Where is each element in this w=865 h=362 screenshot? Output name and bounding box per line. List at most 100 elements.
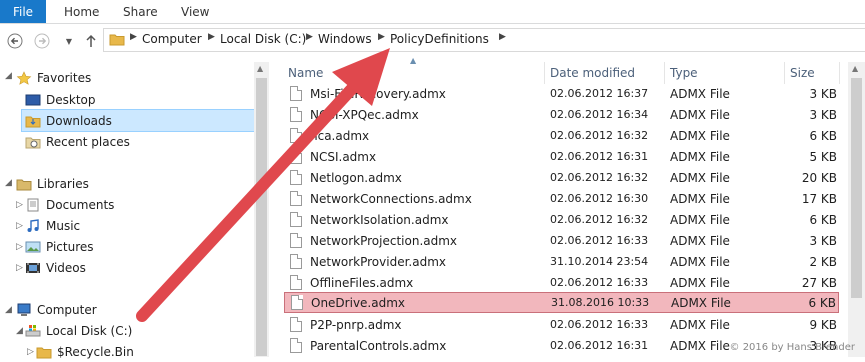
nav-local-disk[interactable]: Local Disk (C:) [25,320,132,341]
address-bar[interactable]: ▶ Computer ▶ Local Disk (C:) ▶ Windows ▶… [103,28,865,52]
folder-icon [109,32,125,46]
collapse-favorites-icon[interactable]: ◢ [5,71,12,81]
file-list-scrollbar-thumb[interactable] [851,78,862,298]
file-list-scrollbar[interactable]: ▲ [848,62,865,357]
recent-locations-chevron-icon[interactable]: ▼ [60,32,78,50]
nav-recycle-bin-label: $Recycle.Bin [57,344,134,359]
desktop-icon [25,93,41,107]
table-row[interactable]: NCSI.admx 02.06.2012 16:31 ADMX File 5 KB [284,147,839,168]
file-type: ADMX File [670,213,730,227]
column-divider[interactable] [664,62,665,84]
table-row[interactable]: nca.admx 02.06.2012 16:32 ADMX File 6 KB [284,126,839,147]
tab-home[interactable]: Home [64,0,99,23]
navigation-pane: ◢ Favorites Desktop Downloads Recent pla… [0,62,268,359]
nav-libraries-label: Libraries [37,176,89,191]
column-header-date[interactable]: Date modified [550,62,635,84]
nav-music[interactable]: Music [25,215,80,236]
expand-videos-icon[interactable]: ▷ [16,263,23,273]
nav-downloads[interactable]: Downloads [21,109,255,132]
file-size: 5 KB [809,150,837,164]
table-row[interactable]: Netlogon.admx 02.06.2012 16:32 ADMX File 20… [284,168,839,189]
table-row[interactable]: NetworkIsolation.admx 02.06.2012 16:32 ADM… [284,210,839,231]
address-row: ▼ ▶ Computer ▶ Local Disk (C:) ▶ Windows… [0,24,865,56]
nav-desktop-label: Desktop [46,92,96,107]
breadcrumb-local-disk[interactable]: Local Disk (C:) [220,32,306,46]
file-type: ADMX File [671,296,731,310]
table-row[interactable]: Msi-FileRecovery.admx 02.06.2012 16:37 ADM… [284,84,839,105]
table-row-highlighted[interactable]: OneDrive.admx 31.08.2016 10:33 ADMX File 6 … [284,292,839,313]
column-header-size[interactable]: Size [790,62,815,84]
breadcrumb-separator-icon[interactable]: ▶ [499,32,506,42]
folder-icon [36,345,52,359]
file-name: NetworkIsolation.admx [310,213,449,227]
nav-recycle-bin[interactable]: $Recycle.Bin [36,341,134,362]
file-size: 6 KB [809,213,837,227]
nav-libraries[interactable]: Libraries [16,173,89,194]
nav-scrollbar-thumb[interactable] [256,78,267,356]
file-icon [290,86,302,101]
file-name: OneDrive.admx [311,296,406,310]
table-row[interactable]: NetworkProvider.admx 31.10.2014 23:54 ADMX… [284,252,839,273]
table-row[interactable]: P2P-pnrp.admx 02.06.2012 16:33 ADMX File 9 … [284,315,839,336]
table-row[interactable]: OfflineFiles.admx 02.06.2012 16:33 ADMX Fi… [284,273,839,294]
file-date: 02.06.2012 16:32 [550,171,649,184]
tab-share[interactable]: Share [123,0,158,23]
table-row[interactable]: NetworkConnections.admx 02.06.2012 16:30 A… [284,189,839,210]
file-type: ADMX File [670,108,730,122]
scroll-up-icon[interactable]: ▲ [257,64,263,73]
file-icon [290,170,302,185]
nav-videos[interactable]: Videos [25,257,86,278]
collapse-local-disk-icon[interactable]: ◢ [16,326,23,336]
scroll-up-icon[interactable]: ▲ [852,64,858,73]
back-arrow-icon[interactable] [6,32,24,50]
file-size: 3 KB [809,108,837,122]
collapse-libraries-icon[interactable]: ◢ [5,178,12,188]
expand-music-icon[interactable]: ▷ [16,221,23,231]
column-divider[interactable] [544,62,545,84]
nav-music-label: Music [46,218,81,233]
breadcrumb-separator-icon[interactable]: ▶ [306,32,313,42]
file-icon [290,212,302,227]
file-type: ADMX File [670,276,730,290]
nav-computer[interactable]: Computer [16,299,97,320]
tab-view[interactable]: View [181,0,209,23]
column-header-type[interactable]: Type [670,62,698,84]
expand-recycle-bin-icon[interactable]: ▷ [27,347,34,357]
nav-recent-places[interactable]: Recent places [25,131,130,152]
videos-icon [25,261,41,275]
collapse-computer-icon[interactable]: ◢ [5,305,12,315]
recent-places-icon [25,135,41,149]
breadcrumb-policydefinitions[interactable]: PolicyDefinitions [390,32,489,46]
expand-documents-icon[interactable]: ▷ [16,200,23,210]
breadcrumb-separator-icon[interactable]: ▶ [378,32,385,42]
breadcrumb-computer[interactable]: Computer [142,32,202,46]
file-icon [291,295,303,310]
file-type: ADMX File [670,234,730,248]
forward-arrow-icon[interactable] [33,32,51,50]
nav-scrollbar[interactable]: ▲ [254,62,269,357]
breadcrumb-separator-icon[interactable]: ▶ [208,32,215,42]
nav-favorites-label: Favorites [37,70,92,85]
ribbon: File Home Share View [0,0,865,24]
nav-favorites[interactable]: Favorites [16,67,91,88]
table-row[interactable]: NetworkProjection.admx 02.06.2012 16:33 AD… [284,231,839,252]
breadcrumb-separator-icon[interactable]: ▶ [130,32,137,42]
breadcrumb-windows[interactable]: Windows [318,32,372,46]
file-name: NCSI-XPQec.admx [310,108,419,122]
nav-pictures[interactable]: Pictures [25,236,94,257]
file-size: 2 KB [809,255,837,269]
tab-file[interactable]: File [0,0,46,23]
expand-pictures-icon[interactable]: ▷ [16,242,23,252]
column-divider[interactable] [839,62,840,84]
table-row[interactable]: NCSI-XPQec.admx 02.06.2012 16:34 ADMX File… [284,105,839,126]
nav-videos-label: Videos [46,260,86,275]
file-type: ADMX File [670,129,730,143]
file-date: 02.06.2012 16:37 [550,87,649,100]
nav-documents[interactable]: Documents [25,194,114,215]
nav-desktop[interactable]: Desktop [25,89,96,110]
file-size: 20 KB [801,171,837,185]
column-divider[interactable] [784,62,785,84]
file-icon [290,254,302,269]
column-header-name[interactable]: Name [288,62,323,84]
up-arrow-icon[interactable] [82,32,100,50]
